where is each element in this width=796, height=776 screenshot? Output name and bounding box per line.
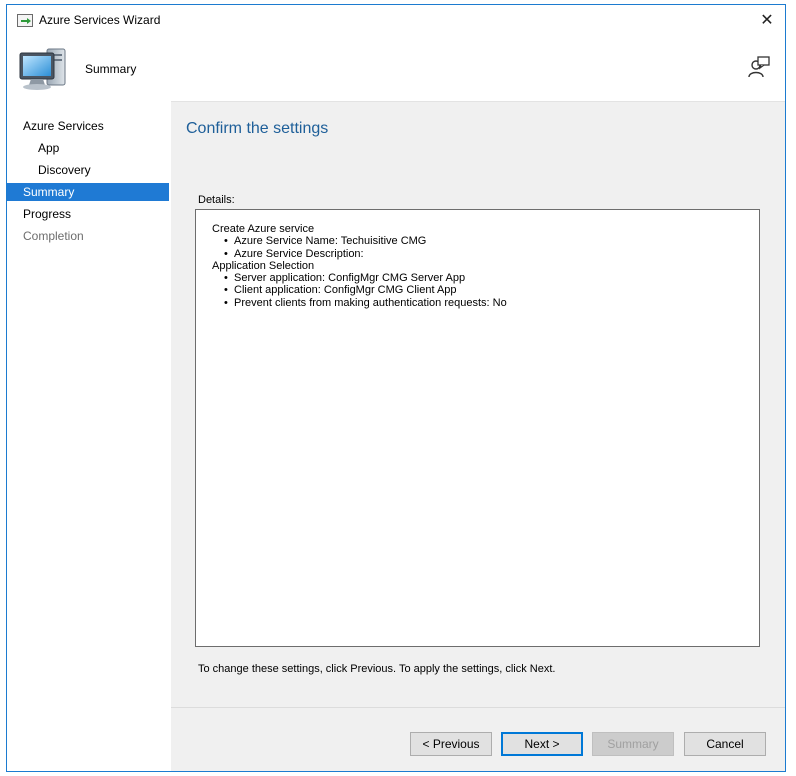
wizard-window: Azure Services Wizard ✕ Summary Azure Se…	[6, 4, 786, 772]
page-title: Summary	[85, 62, 137, 76]
cancel-button[interactable]: Cancel	[684, 732, 766, 756]
previous-button[interactable]: < Previous	[410, 732, 492, 756]
details-list-item: Azure Service Name: Techuisitive CMG	[224, 235, 743, 248]
details-section: Create Azure service Azure Service Name:…	[212, 223, 743, 260]
instructions-text: To change these settings, click Previous…	[198, 663, 556, 675]
main-content: Confirm the settings Details: Create Azu…	[171, 101, 785, 707]
details-list: Server application: ConfigMgr CMG Server…	[212, 272, 743, 309]
details-textbox[interactable]: Create Azure service Azure Service Name:…	[195, 209, 760, 647]
section-heading: Confirm the settings	[186, 120, 329, 137]
step-summary[interactable]: Summary	[7, 183, 169, 201]
details-list-item: Client application: ConfigMgr CMG Client…	[224, 284, 743, 297]
next-button[interactable]: Next >	[501, 732, 583, 756]
close-button[interactable]: ✕	[755, 9, 779, 31]
window-title: Azure Services Wizard	[39, 13, 161, 27]
wizard-header: Summary	[7, 35, 785, 101]
details-list-item: Azure Service Description:	[224, 248, 743, 261]
details-list-item: Prevent clients from making authenticati…	[224, 297, 743, 310]
person-help-icon[interactable]	[747, 55, 771, 79]
computer-icon	[19, 48, 66, 90]
details-section: Application Selection Server application…	[212, 260, 743, 309]
step-discovery[interactable]: Discovery	[7, 161, 169, 179]
wizard-app-icon	[17, 14, 33, 27]
step-app[interactable]: App	[7, 139, 169, 157]
details-section-title: Application Selection	[212, 259, 315, 272]
summary-button: Summary	[592, 732, 674, 756]
title-bar: Azure Services Wizard ✕	[7, 5, 785, 35]
step-azure-services[interactable]: Azure Services	[7, 117, 169, 135]
details-section-title: Create Azure service	[212, 223, 315, 235]
details-list: Azure Service Name: Techuisitive CMG Azu…	[212, 235, 743, 260]
step-completion: Completion	[23, 229, 84, 243]
button-bar: < Previous Next > Summary Cancel	[171, 707, 785, 771]
details-label: Details:	[198, 194, 235, 206]
wizard-steps-sidebar: Azure Services App Discovery Summary Pro…	[7, 101, 171, 771]
details-list-item: Server application: ConfigMgr CMG Server…	[224, 272, 743, 285]
step-progress[interactable]: Progress	[7, 205, 169, 223]
